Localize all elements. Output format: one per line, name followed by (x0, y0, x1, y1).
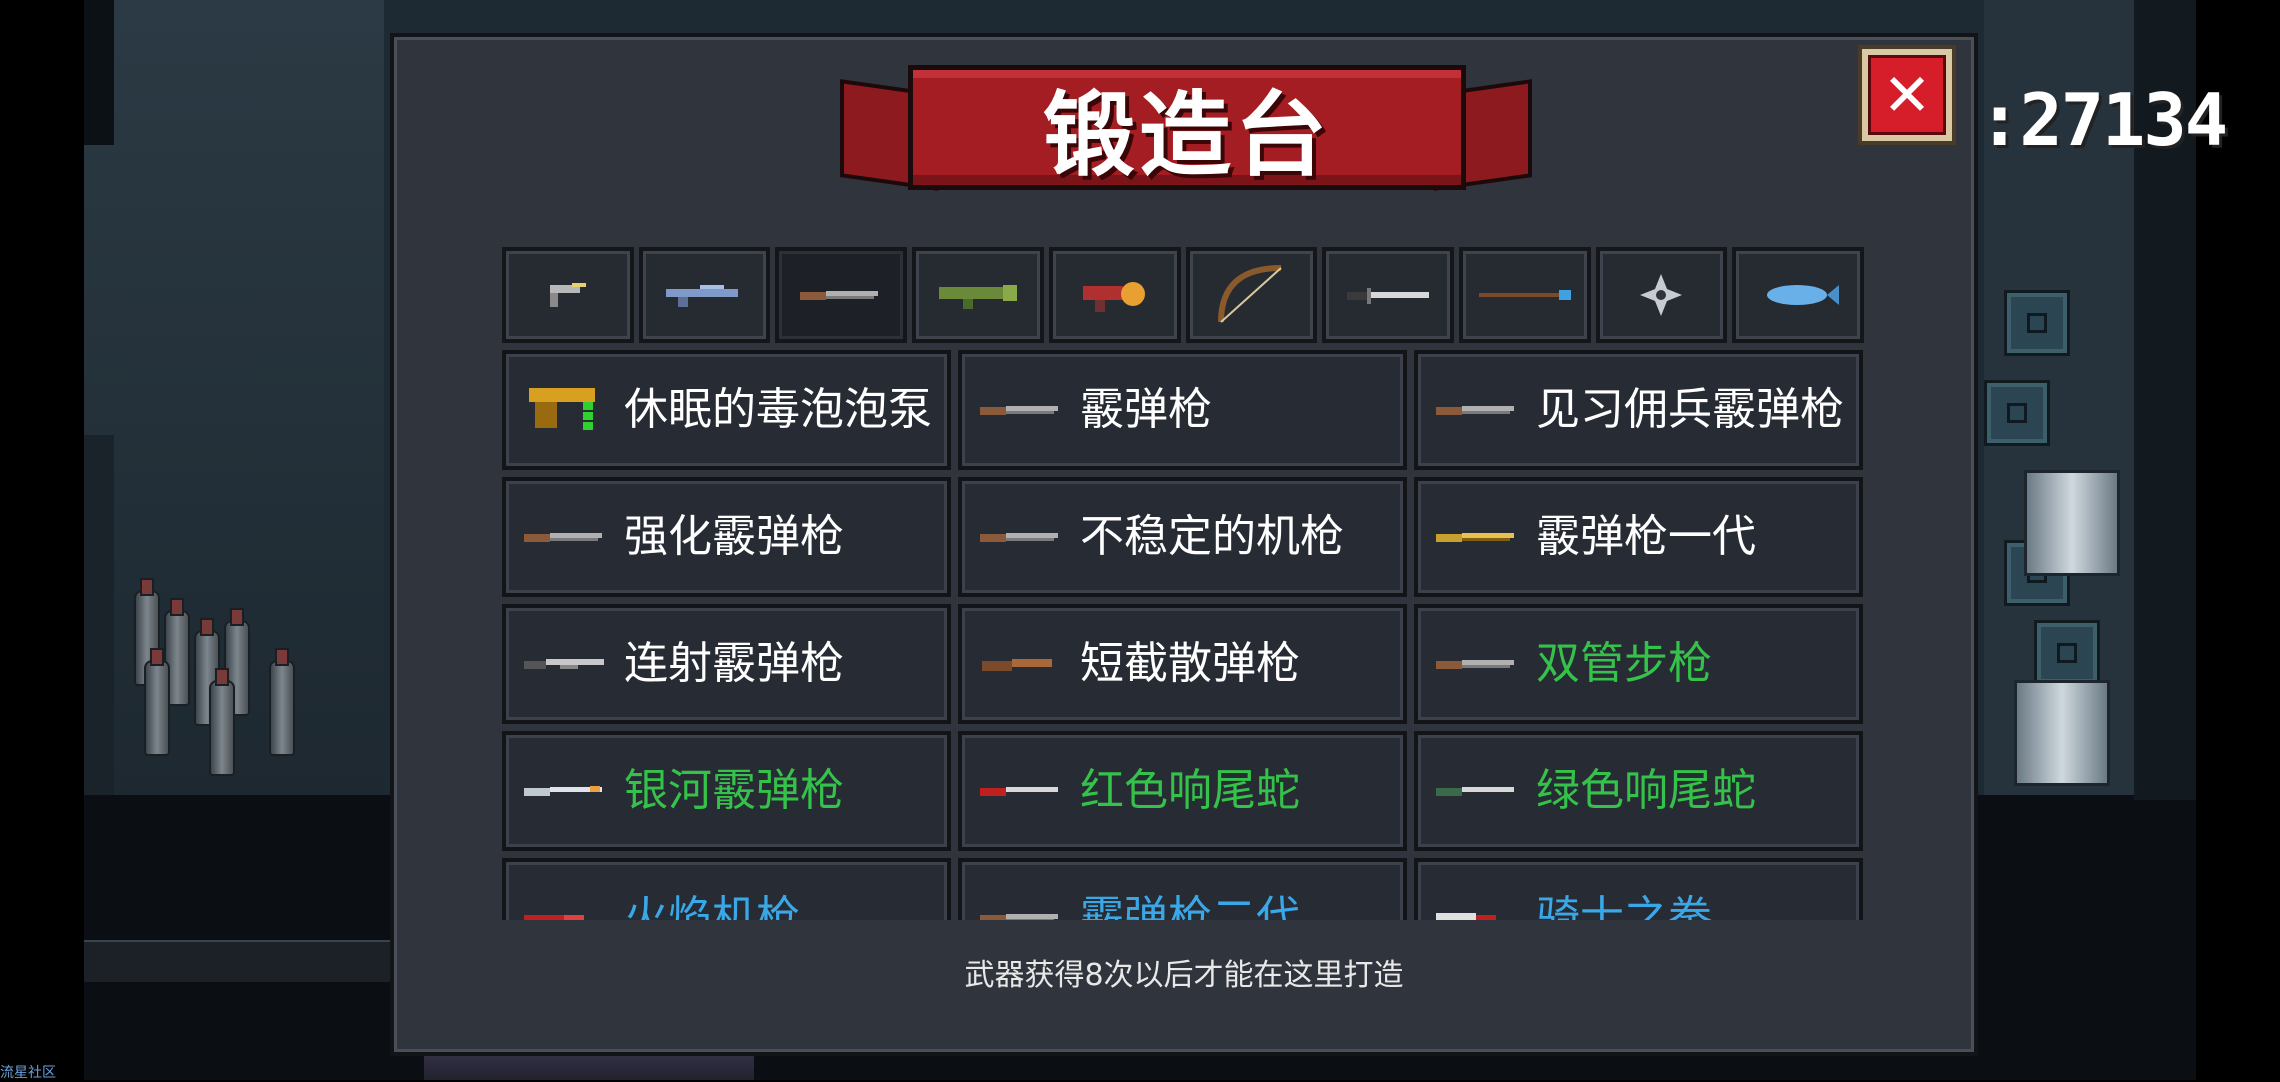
fire-gun-icon (520, 888, 610, 920)
tab-shotgun[interactable] (775, 247, 908, 343)
shotgun-icon (520, 507, 610, 567)
metal-pillar (2014, 680, 2110, 786)
weapon-name: 强化霰弹枪 (624, 511, 844, 562)
galaxy-shotgun-icon (520, 761, 610, 821)
shotgun-icon (976, 888, 1066, 920)
weapon-item[interactable]: 绿色响尾蛇 (1414, 731, 1863, 851)
weapon-item[interactable]: 强化霰弹枪 (502, 477, 951, 597)
shotgun-icon (796, 280, 886, 310)
weapon-item[interactable]: 红色响尾蛇 (958, 731, 1407, 851)
weapon-item[interactable]: 双管步枪 (1414, 604, 1863, 724)
page-title: 锻造台 (1042, 82, 1331, 189)
weapon-name: 见习佣兵霰弹枪 (1536, 384, 1844, 435)
tab-staff[interactable] (1458, 247, 1591, 343)
watermark: 流星社区 (0, 1065, 56, 1081)
weapon-name: 霰弹枪二代 (1080, 892, 1300, 921)
knight-fist-icon (1432, 888, 1522, 920)
weapon-name: 霰弹枪 (1080, 384, 1212, 435)
crate (1984, 380, 2050, 446)
weapon-item[interactable]: 骑士之拳 (1414, 858, 1863, 920)
weapon-item[interactable]: 连射霰弹枪 (502, 604, 951, 724)
green-shotgun-icon (1432, 761, 1522, 821)
crate (2034, 620, 2100, 686)
flamethrower-icon (1075, 270, 1155, 320)
sword-icon (1343, 280, 1433, 310)
pistol-icon (538, 275, 598, 315)
weapon-name: 红色响尾蛇 (1080, 765, 1300, 816)
weapon-item[interactable]: 休眠的毒泡泡泵 (502, 350, 951, 470)
ledge (84, 940, 424, 982)
shotgun-icon (976, 380, 1066, 440)
shotgun-icon (1432, 380, 1522, 440)
gas-tank (269, 648, 295, 756)
metal-pillar (2024, 470, 2120, 576)
weapon-name: 霰弹枪一代 (1536, 511, 1756, 562)
weapon-name: 骑士之拳 (1536, 892, 1712, 921)
staff-icon (1475, 280, 1575, 310)
wall-top (84, 0, 114, 145)
gas-tank (144, 648, 170, 756)
weapon-item[interactable]: 见习佣兵霰弹枪 (1414, 350, 1863, 470)
shotgun-icon (976, 507, 1066, 567)
launcher-icon (933, 275, 1023, 315)
rifle-icon (660, 275, 750, 315)
weapon-item[interactable]: 不稳定的机枪 (958, 477, 1407, 597)
weapon-item[interactable]: 霰弹枪二代 (958, 858, 1407, 920)
sawed-off-icon (976, 634, 1066, 694)
tab-rifle[interactable] (638, 247, 771, 343)
weapon-list[interactable]: 休眠的毒泡泡泵 霰弹枪 见习佣兵霰弹枪强化霰弹枪 不稳定的机枪 霰弹枪一代连射霰弹枪 短截… (502, 350, 1864, 920)
weapon-name: 不稳定的机枪 (1080, 511, 1344, 562)
tab-launcher[interactable] (912, 247, 1044, 343)
weapon-item[interactable]: 短截散弹枪 (958, 604, 1407, 724)
tab-sword[interactable] (1322, 247, 1454, 343)
title-banner: 锻造台 (908, 65, 1466, 190)
forge-hint: 武器获得8次以后才能在这里打造 (964, 958, 1404, 993)
bow-icon (1211, 260, 1291, 330)
weapon-name: 连射霰弹枪 (624, 638, 844, 689)
gold-shotgun-icon (1432, 507, 1522, 567)
crate (2004, 290, 2070, 356)
weapon-name: 火焰机枪 (624, 892, 800, 921)
tab-bow[interactable] (1185, 247, 1318, 343)
tab-shuriken[interactable] (1595, 247, 1728, 343)
wall-pillar (84, 435, 114, 795)
pump-shotgun-icon (520, 634, 610, 694)
weapon-name: 短截散弹枪 (1080, 638, 1300, 689)
tab-flamethrower[interactable] (1048, 247, 1181, 343)
close-button[interactable]: ✕ (1858, 45, 1956, 145)
gem-counter: :27134 (1978, 78, 2228, 162)
tab-fish[interactable] (1732, 247, 1865, 343)
weapon-name: 绿色响尾蛇 (1536, 765, 1756, 816)
tab-pistol[interactable] (502, 247, 634, 343)
fish-icon (1753, 275, 1843, 315)
weapon-item[interactable]: 火焰机枪 (502, 858, 951, 920)
shotgun-icon (1432, 634, 1522, 694)
bubble-pump-icon (520, 380, 610, 440)
close-icon: ✕ (1868, 55, 1946, 135)
shuriken-icon (1636, 270, 1686, 320)
weapon-name: 休眠的毒泡泡泵 (624, 384, 932, 435)
weapon-category-tabs (502, 247, 1865, 343)
weapon-item[interactable]: 霰弹枪一代 (1414, 477, 1863, 597)
weapon-item[interactable]: 霰弹枪 (958, 350, 1407, 470)
red-shotgun-icon (976, 761, 1066, 821)
gas-tank (209, 668, 235, 776)
weapon-item[interactable]: 银河霰弹枪 (502, 731, 951, 851)
weapon-name: 银河霰弹枪 (624, 765, 844, 816)
weapon-name: 双管步枪 (1536, 638, 1712, 689)
